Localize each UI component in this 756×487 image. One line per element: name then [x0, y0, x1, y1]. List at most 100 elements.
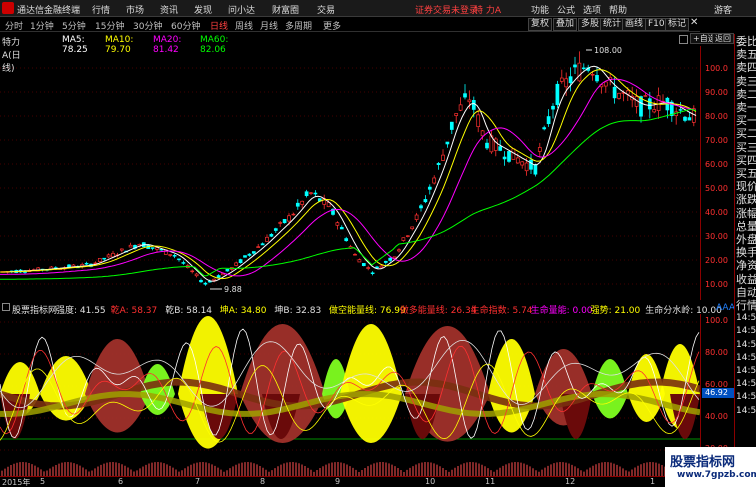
tab-daily[interactable]: 日线 [210, 19, 228, 32]
draw-line-button[interactable]: 画线 [622, 18, 647, 31]
candle-body [449, 121, 454, 130]
indicator-value: 坤B: 32.83 [274, 306, 322, 314]
current-ind-value: 46.92 [702, 388, 734, 398]
side-panel-item: 14:56 [736, 392, 756, 403]
tab-multi-period[interactable]: 多周期 [285, 19, 312, 32]
indicator-band [628, 354, 665, 422]
menu-faxian[interactable]: 发现 [194, 3, 212, 16]
side-panel-item: 买三 [736, 140, 756, 154]
kline-ma-lines [0, 65, 697, 282]
menu-caifuquan[interactable]: 财富圈 [272, 3, 299, 16]
candle-body [414, 214, 419, 220]
menu-bangzhu[interactable]: 帮助 [609, 3, 627, 16]
candle-body [524, 162, 529, 172]
indicator-value: 强势: 21.00 [590, 306, 641, 314]
back-button[interactable]: 返回 [712, 33, 734, 44]
side-panel-item: 总量 [736, 219, 756, 233]
overlay-button[interactable]: 叠加 [553, 18, 578, 31]
side-panel-item: 涨幅 [736, 206, 756, 220]
candle-body [190, 270, 195, 273]
tab-weekly[interactable]: 周线 [235, 19, 253, 32]
candle-body [344, 238, 349, 242]
candle-body [304, 191, 309, 197]
guest-label[interactable]: 游客 [714, 3, 732, 16]
stock-title: 特 力A [474, 6, 502, 16]
indicator-value: 乾A: 58.37 [110, 306, 158, 314]
time-tick: 7 [195, 477, 201, 486]
menu-wenxiaoda[interactable]: 问小达 [228, 3, 255, 16]
tab-15min[interactable]: 15分钟 [95, 19, 124, 32]
tab-30min[interactable]: 30分钟 [133, 19, 162, 32]
time-tick: 9 [335, 477, 341, 486]
candle-body [551, 105, 555, 110]
tab-5min[interactable]: 5分钟 [62, 19, 86, 32]
candle-body [467, 99, 472, 103]
indicator-chart[interactable] [0, 314, 700, 476]
multi-stock-button[interactable]: 多股 [578, 18, 603, 31]
indicator-name[interactable]: 股票指标网 [12, 303, 57, 314]
menu-gongshi[interactable]: 公式 [557, 3, 575, 16]
candle-body [454, 113, 459, 116]
kline-chart[interactable]: 108.00 9.88 [0, 46, 700, 300]
candle-body [203, 282, 208, 285]
side-panel-item: 外盘 [736, 233, 756, 246]
price-tick: 10.00 [705, 280, 728, 289]
time-tick: 5 [40, 477, 46, 486]
candle-body [194, 273, 199, 277]
tab-monthly[interactable]: 月线 [260, 19, 278, 32]
menu-hangqing[interactable]: 行情 [92, 3, 110, 16]
indicator-value: 生命指数: 5.74 [470, 306, 533, 314]
side-panel-item: 现价 [736, 180, 756, 194]
menu-xuanxiang[interactable]: 选项 [583, 3, 601, 16]
kline-annotations: 108.00 9.88 [210, 46, 622, 294]
indicator-value: 生命分水岭: 10.00 [645, 306, 722, 314]
candle-body [603, 81, 608, 87]
menu-bar: 通达信金融终端 行情 市场 资讯 发现 问小达 财富圈 交易 证券交易未登录 特… [0, 0, 756, 17]
time-tick: 11 [485, 477, 496, 486]
time-tick: 6 [118, 477, 124, 486]
login-notice[interactable]: 证券交易未登录 [415, 3, 478, 16]
menu-jiaoyi[interactable]: 交易 [317, 3, 335, 16]
tab-60min[interactable]: 60分钟 [171, 19, 200, 32]
candle-body [410, 226, 415, 230]
stats-button[interactable]: 统计 [600, 18, 625, 31]
price-tick: 40.00 [705, 208, 728, 217]
price-tick: 80.00 [705, 112, 728, 121]
menu-zixun[interactable]: 资讯 [160, 3, 178, 16]
side-panel-item: 换手 [736, 246, 756, 260]
side-panel-item: 14:56 [736, 339, 756, 350]
candle-body [476, 114, 481, 127]
tab-more[interactable]: 更多 [323, 19, 341, 32]
mark-button[interactable]: 标记 [665, 18, 690, 31]
candle-body [361, 263, 366, 267]
menu-gongneng[interactable]: 功能 [531, 3, 549, 16]
indicator-value: 做空能量线: 76.99 [329, 306, 406, 314]
window-restore-icon[interactable] [679, 35, 688, 44]
indicator-menu-icon[interactable] [2, 303, 10, 311]
candle-body [234, 262, 239, 266]
candle-body [555, 83, 560, 105]
candle-body [401, 237, 406, 241]
price-tick: 90.00 [705, 88, 728, 97]
candle-body [423, 199, 428, 203]
candle-body [687, 117, 692, 121]
restore-rights-button[interactable]: 复权 [528, 18, 553, 31]
side-panel-item: 买五 [736, 167, 756, 180]
tab-1min[interactable]: 1分钟 [30, 19, 54, 32]
candle-body [419, 205, 423, 209]
candle-body [568, 76, 573, 84]
tab-fenshi[interactable]: 分时 [5, 19, 23, 32]
candle-body [273, 228, 278, 231]
candle-body [106, 254, 111, 258]
close-icon[interactable]: ✕ [690, 17, 698, 28]
candle-body [256, 246, 261, 248]
time-tick: 8 [260, 477, 266, 486]
price-tick: 50.00 [705, 184, 728, 193]
candle-body [502, 156, 507, 160]
candle-body [282, 219, 287, 224]
candle-body [238, 259, 243, 263]
menu-shichang[interactable]: 市场 [126, 3, 144, 16]
candle-body [397, 249, 401, 252]
candle-body [590, 74, 595, 76]
candle-body [366, 267, 371, 269]
